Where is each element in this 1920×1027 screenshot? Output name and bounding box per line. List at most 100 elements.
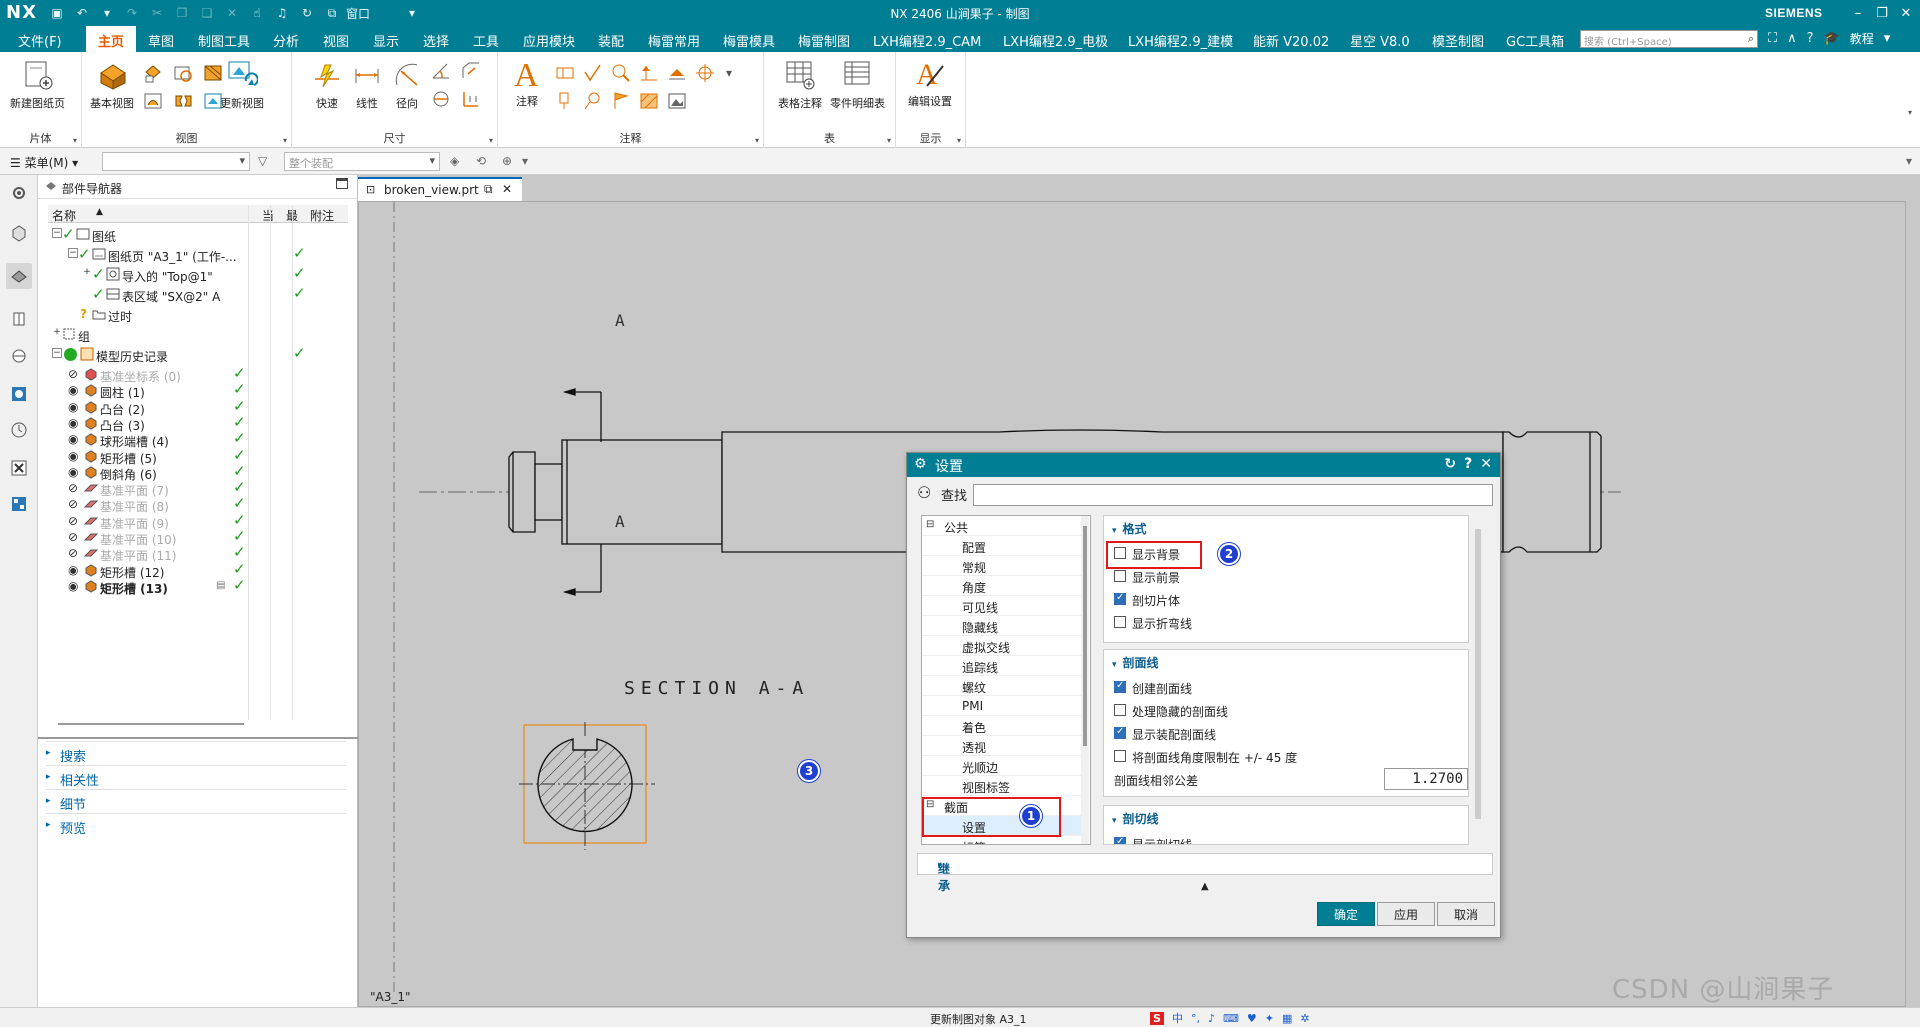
chamfer-dimension-icon[interactable] xyxy=(460,60,482,82)
angular-dimension-icon[interactable] xyxy=(430,60,452,82)
ribbon-options-icon[interactable]: ▾ xyxy=(1908,108,1916,117)
ime-skin-icon[interactable]: ♥ xyxy=(1247,1012,1257,1025)
tree-row-imported-view[interactable]: + ✓ 导入的 "Top@1" ✓ xyxy=(48,264,388,285)
microphone-icon[interactable]: ♫ xyxy=(271,4,293,22)
minimize-icon[interactable]: – xyxy=(1846,3,1870,23)
ime-keyboard-icon[interactable]: ⌨ xyxy=(1223,1012,1239,1025)
part-navigator-icon[interactable] xyxy=(6,263,32,289)
tab-home[interactable]: 主页 xyxy=(86,26,137,52)
reset-icon[interactable]: ↻ xyxy=(1444,456,1456,472)
visible-eye-icon[interactable]: ◉ xyxy=(68,432,78,446)
ime-punct-icon[interactable]: °, xyxy=(1191,1012,1200,1025)
assembly-scope-select[interactable]: 整个装配 ▾ xyxy=(284,152,440,171)
dialog-title-bar[interactable]: ⚙ 设置 ↻ ? ✕ xyxy=(907,453,1500,477)
hidden-eye-icon[interactable]: ⊘ xyxy=(68,514,78,528)
tree-row-out-of-date[interactable]: ? 过时 xyxy=(48,305,388,325)
visible-eye-icon[interactable]: ◉ xyxy=(68,383,78,397)
new-sheet-button[interactable]: 新建图纸页 xyxy=(10,58,65,111)
web-browser-icon[interactable] xyxy=(6,343,32,369)
fullscreen-icon[interactable]: ⛶ xyxy=(1768,31,1777,46)
tree-common-item[interactable]: 配置 xyxy=(922,536,1082,556)
column-current[interactable]: 当 xyxy=(262,207,274,224)
history-icon[interactable] xyxy=(6,417,32,443)
datum-target-icon[interactable] xyxy=(638,62,660,84)
collapse-icon[interactable]: − xyxy=(52,348,62,358)
hatch-header[interactable]: ▾ 剖面线 xyxy=(1112,654,1159,671)
column-name[interactable]: 名称 xyxy=(52,207,76,224)
tab-tools[interactable]: 工具 xyxy=(473,31,499,50)
tab-lxh-cam[interactable]: LXH编程2.9_CAM xyxy=(873,31,981,50)
ime-game-icon[interactable]: ✦ xyxy=(1265,1012,1274,1025)
content-scrollbar[interactable] xyxy=(1475,529,1481,819)
visible-eye-icon[interactable]: ◉ xyxy=(68,400,78,414)
ribbon-dropdown-icon[interactable]: ▾ xyxy=(1884,31,1891,46)
apply-button[interactable]: 应用 xyxy=(1377,902,1435,926)
dialog-close-icon[interactable]: ✕ xyxy=(1480,456,1492,472)
visible-eye-icon[interactable]: ◉ xyxy=(68,465,78,479)
system-material-icon[interactable] xyxy=(6,455,32,481)
parts-list-button[interactable]: 零件明细表 xyxy=(830,58,885,111)
role-palette-icon[interactable] xyxy=(6,491,32,517)
cancel-button[interactable]: 取消 xyxy=(1437,902,1495,926)
tab-gc-toolbox[interactable]: GC工具箱 xyxy=(1506,31,1564,50)
qa-dropdown-icon[interactable]: ▾ xyxy=(401,4,423,22)
window-switch-icon[interactable]: ⧉ xyxy=(321,4,343,22)
sort-asc-icon[interactable]: ▲ xyxy=(96,207,103,217)
tree-row-rect-groove-13[interactable]: ◉ 矩形槽 (13) ▤ ✓ xyxy=(48,576,388,597)
note-button[interactable]: A 注释 xyxy=(510,56,544,109)
ime-apps-icon[interactable]: ▦ xyxy=(1282,1012,1292,1025)
tree-common-item[interactable]: 追踪线 xyxy=(922,656,1082,676)
broken-view-icon[interactable] xyxy=(172,90,194,112)
tab-assembly[interactable]: 装配 xyxy=(598,31,624,50)
cut-line-header[interactable]: ▾ 剖切线 xyxy=(1112,810,1159,827)
tab-lxh-electrode[interactable]: LXH编程2.9_电极 xyxy=(1003,31,1108,50)
find-input[interactable] xyxy=(973,484,1493,506)
tab-display[interactable]: 显示 xyxy=(373,31,399,50)
restore-icon[interactable]: ❐ xyxy=(1870,3,1894,23)
rapid-dimension-button[interactable]: 快速 xyxy=(310,58,344,111)
collapse-ribbon-icon[interactable]: ∧ xyxy=(1787,31,1797,46)
collapse-icon[interactable]: − xyxy=(52,228,62,238)
tab-sketch[interactable]: 草图 xyxy=(148,31,174,50)
tab-select[interactable]: 选择 xyxy=(423,31,449,50)
group-dropdown-icon[interactable]: ▾ xyxy=(887,136,891,145)
ok-button[interactable]: 确定 xyxy=(1317,902,1375,926)
tree-row-sheet[interactable]: − ✓ 图纸页 "A3_1" (工作-... ✓ xyxy=(48,244,388,265)
select-options-dropdown-icon[interactable]: ▾ xyxy=(522,154,528,168)
tree-scrollbar[interactable] xyxy=(1081,516,1089,844)
tutorial-icon[interactable]: 🎓 xyxy=(1824,31,1840,46)
type-filter-select[interactable]: ▾ xyxy=(102,152,250,171)
tree-common-item[interactable]: 透视 xyxy=(922,736,1082,756)
annotation-more-icon[interactable]: ▾ xyxy=(718,64,740,82)
visible-eye-icon[interactable]: ◉ xyxy=(68,579,78,593)
help-icon[interactable]: ? xyxy=(1807,31,1814,46)
tab-lxh-modeling[interactable]: LXH编程2.9_建模 xyxy=(1128,31,1233,50)
document-tab[interactable]: ⊡ broken_view.prt ⧉ ✕ xyxy=(358,177,522,201)
edit-settings-button[interactable]: A 编辑设置 xyxy=(908,56,952,109)
reset-filter-icon[interactable]: ⟲ xyxy=(476,154,486,168)
tree-row-groups[interactable]: + 组 xyxy=(48,325,388,345)
group-dropdown-icon[interactable]: ▾ xyxy=(489,136,493,145)
search-icon[interactable]: ⌕ xyxy=(1748,32,1754,46)
touch-mode-icon[interactable]: ☝ xyxy=(246,4,268,22)
inherit-section[interactable]: ▸ 继承 xyxy=(917,853,1493,893)
file-menu[interactable]: 文件(F) xyxy=(18,31,62,50)
linear-dimension-button[interactable]: 线性 xyxy=(350,58,384,111)
hidden-eye-icon[interactable]: ⊘ xyxy=(68,530,78,544)
process-studio-icon[interactable] xyxy=(6,381,32,407)
tree-section-label[interactable]: 标签 xyxy=(922,836,1082,844)
main-menu-button[interactable]: ☰ 菜单(M) ▾ xyxy=(10,154,78,171)
ime-lang-icon[interactable]: 中 xyxy=(1172,1010,1183,1026)
group-dropdown-icon[interactable]: ▾ xyxy=(755,136,759,145)
datum-feature-icon[interactable] xyxy=(610,62,632,84)
save-icon[interactable]: ▣ xyxy=(46,4,68,22)
flag-note-icon[interactable] xyxy=(610,90,632,112)
visible-eye-icon[interactable]: ◉ xyxy=(68,449,78,463)
ordinate-dimension-icon[interactable] xyxy=(460,88,482,110)
column-comment[interactable]: 附注 xyxy=(310,207,334,224)
format-header[interactable]: ▾ 格式 xyxy=(1112,520,1147,537)
hidden-eye-icon[interactable]: ⊘ xyxy=(68,546,78,560)
tab-view[interactable]: 视图 xyxy=(323,31,349,50)
tree-common-item[interactable]: 着色 xyxy=(922,716,1082,736)
tree-common-item[interactable]: 虚拟交线 xyxy=(922,636,1082,656)
